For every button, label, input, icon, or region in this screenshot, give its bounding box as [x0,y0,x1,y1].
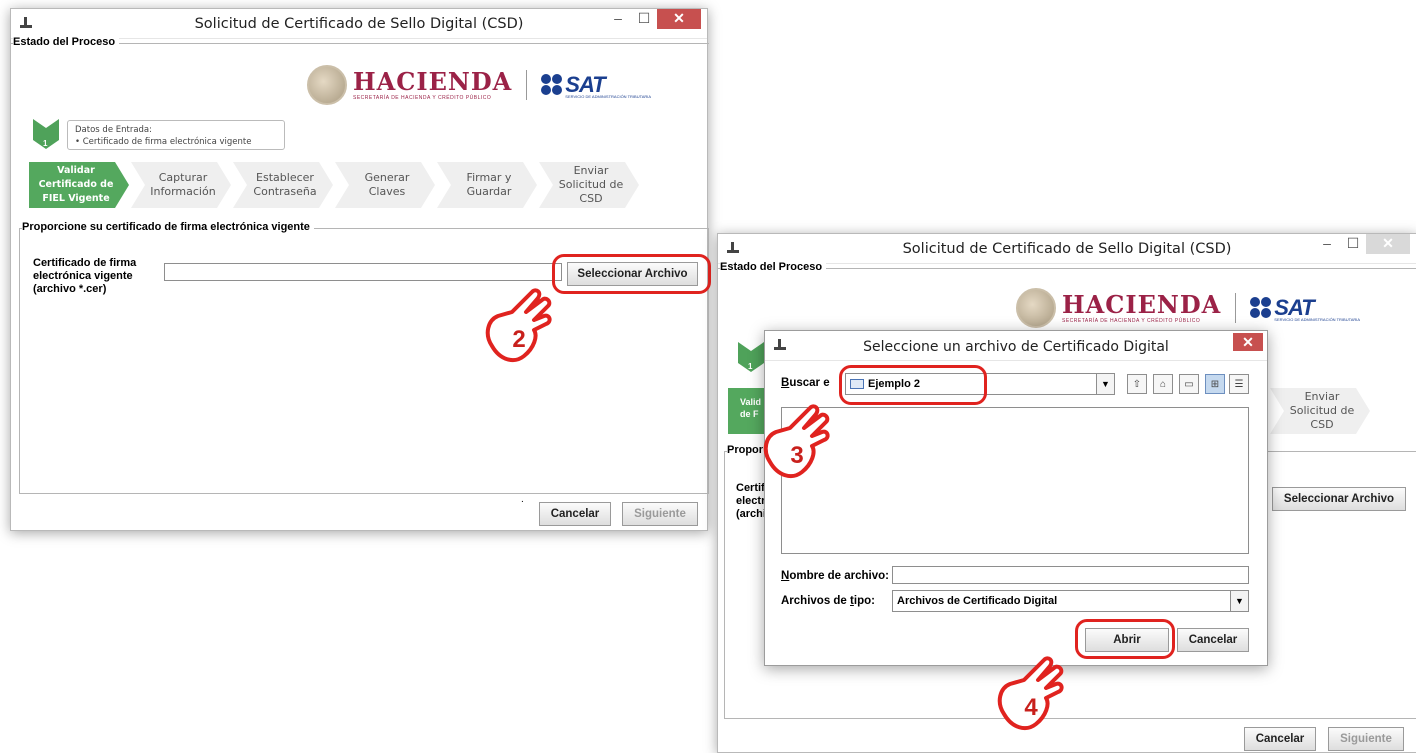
file-list[interactable] [781,407,1249,554]
input-info-box: Datos de Entrada: • Certificado de firma… [67,120,285,150]
process-group-title-2: Estado del Proceso [720,261,827,273]
info-title: Datos de Entrada: [75,125,153,135]
logos-2: HACIENDA SECRETARÍA DE HACIENDA Y CRÉDITO… [1016,288,1360,328]
step-generar: Generar Claves [335,162,435,208]
select-file-button-2[interactable]: Seleccionar Archivo [1272,487,1406,511]
cert-path-input[interactable] [164,263,562,281]
hacienda-logo-text: HACIENDA [353,67,513,96]
step-capturar: Capturar Información [131,162,231,208]
file-chooser-dialog: Seleccione un archivo de Certificado Dig… [764,330,1268,666]
hand-annotation-3: 3 [756,402,840,486]
file-name-input[interactable] [892,566,1249,584]
window-title: Solicitud de Certificado de Sello Digita… [194,16,524,32]
dropdown-arrow-icon[interactable]: ▼ [1096,374,1114,394]
step-number-2: 1 [748,362,753,371]
step-number: 1 [43,139,48,148]
dialog-cancel-button[interactable]: Cancelar [1177,628,1249,652]
file-type-label: Archivos de tipo: [781,595,875,608]
cert-label-2-line3: (archi [736,508,766,520]
file-name-text: ombre de archivo: [789,570,890,582]
file-type-text-b: ipo: [853,595,875,607]
maximize-icon[interactable]: ☐ [631,9,657,29]
next-button-2[interactable]: Siguiente [1328,727,1404,751]
cert-group-title: Proporcione su certificado de firma elec… [22,221,314,233]
logos: HACIENDA SECRETARÍA DE HACIENDA Y CRÉDITO… [307,65,651,105]
step-firmar: Firmar y Guardar [437,162,537,208]
minimize-icon[interactable]: – [1314,234,1340,254]
hacienda-seal-icon [307,65,347,105]
hacienda-seal-icon [1016,288,1056,328]
highlight-look-in [839,365,987,405]
sat-subtitle: SERVICIO DE ADMINISTRACIÓN TRIBUTARIA [565,93,652,99]
dialog-title-bar: Seleccione un archivo de Certificado Dig… [765,331,1267,361]
hacienda-subtitle-2: SECRETARÍA DE HACIENDA Y CRÉDITO PÚBLICO [1062,318,1201,324]
main-window: Solicitud de Certificado de Sello Digita… [10,8,711,531]
up-folder-icon[interactable]: ⇧ [1127,374,1147,394]
sat-logo-icon [1250,297,1272,319]
cancel-button-2[interactable]: Cancelar [1244,727,1316,751]
look-in-text: uscar e [789,377,830,389]
step-validar: Validar Certificado de FIEL Vigente [29,162,129,208]
window-title-2: Solicitud de Certificado de Sello Digita… [902,241,1232,257]
details-view-icon[interactable]: ☰ [1229,374,1249,394]
hand-annotation-4: 4 [990,654,1074,738]
close-icon[interactable]: ✕ [657,9,701,29]
file-name-label: Nombre de archivo: [781,570,889,583]
title-bar: Solicitud de Certificado de Sello Digita… [11,9,707,39]
highlight-select-button [552,254,711,294]
hand-number-4: 4 [1024,694,1038,721]
sat-subtitle-2: SERVICIO DE ADMINISTRACIÓN TRIBUTARIA [1274,316,1361,322]
close-icon[interactable]: ✕ [1233,333,1263,351]
file-type-text-a: Archivos de [781,595,851,607]
info-item: Certificado de firma electrónica vigente [82,137,252,147]
hand-number-3: 3 [790,442,804,469]
dropdown-arrow-icon[interactable]: ▼ [1230,591,1248,611]
wizard-steps: Validar Certificado de FIEL Vigente Capt… [29,162,641,208]
highlight-open-button [1075,619,1175,659]
next-button[interactable]: Siguiente [622,502,698,526]
dialog-title: Seleccione un archivo de Certificado Dig… [863,339,1169,355]
file-type-value: Archivos de Certificado Digital [897,595,1058,607]
sat-logo-icon [541,74,563,96]
hand-annotation-2: 2 [478,286,562,370]
close-icon[interactable]: ✕ [1366,234,1410,254]
cert-label-2-line2: electr [736,495,766,507]
home-icon[interactable]: ⌂ [1153,374,1173,394]
step-enviar: Enviar Solicitud de CSD [539,162,639,208]
step-enviar-2: Enviar Solicitud de CSD [1270,388,1370,434]
hacienda-subtitle: SECRETARÍA DE HACIENDA Y CRÉDITO PÚBLICO [353,95,492,101]
cancel-button[interactable]: Cancelar [539,502,611,526]
minimize-icon[interactable]: – [605,9,631,29]
new-folder-icon[interactable]: ▭ [1179,374,1199,394]
file-type-combo[interactable]: Archivos de Certificado Digital ▼ [892,590,1249,612]
title-bar-2: Solicitud de Certificado de Sello Digita… [718,234,1416,264]
status-dot: . [521,494,524,505]
hacienda-logo-text-2: HACIENDA [1062,290,1222,319]
maximize-icon[interactable]: ☐ [1340,234,1366,254]
process-group-title: Estado del Proceso [13,36,120,48]
cert-label: Certificado de firma electrónica vigente… [33,257,137,295]
look-in-label: Buscar e [781,377,830,390]
list-view-icon[interactable]: ⊞ [1205,374,1225,394]
hand-number-2: 2 [512,326,526,353]
step-establecer: Establecer Contraseña [233,162,333,208]
